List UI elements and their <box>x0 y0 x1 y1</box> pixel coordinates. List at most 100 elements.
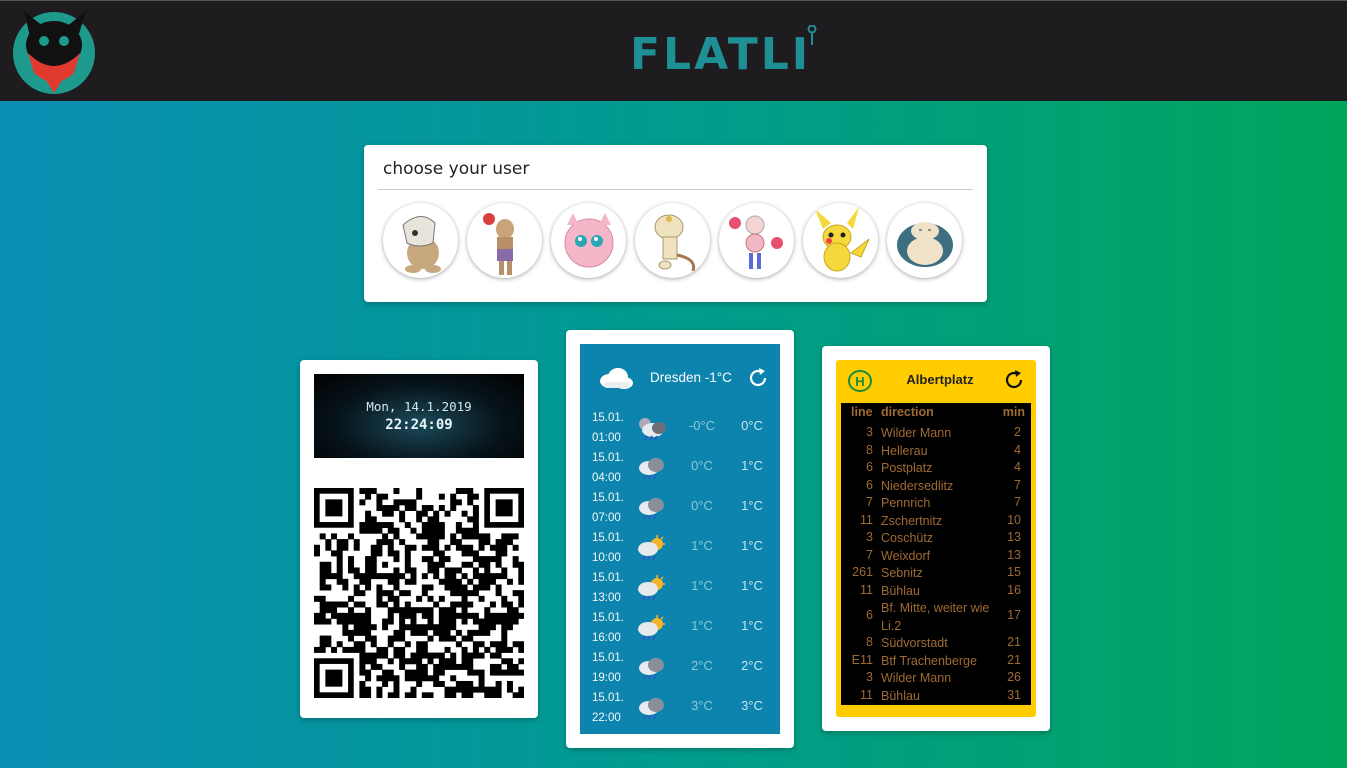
departure-minutes: 7 <box>1014 477 1021 492</box>
departure-minutes: 10 <box>1007 512 1021 527</box>
clock-date: Mon, 14.1.2019 <box>366 399 472 414</box>
forecast-row: 15.01. 01:00 -0°C 0°C <box>580 408 780 448</box>
forecast-time: 01:00 <box>592 432 621 444</box>
departure-row: 8 Hellerau 4 <box>841 443 1031 461</box>
user-avatar-hitmonchan[interactable] <box>467 203 542 278</box>
user-avatar-snorlax[interactable] <box>887 203 962 278</box>
departure-line: 6 <box>866 477 873 492</box>
user-avatar-jigglypuff[interactable] <box>551 203 626 278</box>
departure-direction: Postplatz <box>881 461 933 475</box>
departure-minutes: 21 <box>1007 635 1021 649</box>
brand-name: FLATLI <box>630 29 812 80</box>
cat-bandana-logo-icon[interactable] <box>10 7 98 95</box>
forecast-min-temp: 2°C <box>691 658 713 673</box>
user-avatar-pikachu[interactable] <box>803 203 878 278</box>
user-avatar-mr-mime[interactable] <box>719 203 794 278</box>
forecast-time: 19:00 <box>592 672 621 684</box>
departure-direction: Pennrich <box>881 496 931 510</box>
column-header-line: line <box>851 405 873 419</box>
departure-minutes: 15 <box>1007 565 1021 579</box>
forecast-datetime: 15.01. 19:00 <box>592 648 624 688</box>
forecast-row: 15.01. 07:00 0°C 1°C <box>580 488 780 528</box>
departure-direction: Bühlau <box>881 688 920 703</box>
brand-logo: FLATLI <box>630 25 820 81</box>
forecast-datetime: 15.01. 07:00 <box>592 488 624 528</box>
departure-line: 261 <box>852 565 873 579</box>
sun-cloud-rain-icon <box>638 535 665 561</box>
departure-direction: Wilder Mann <box>881 671 952 685</box>
clock-time: 22:24:09 <box>385 417 453 433</box>
forecast-min-temp: 3°C <box>691 698 713 713</box>
transit-card: H Albertplatz line direction min 3 Wilder… <box>822 346 1050 731</box>
departure-direction: Bühlau <box>881 583 920 598</box>
transit-panel: H Albertplatz line direction min 3 Wilder… <box>836 360 1036 717</box>
departure-minutes: 26 <box>1007 670 1021 684</box>
forecast-min-temp: 1°C <box>691 618 713 633</box>
column-header-direction: direction <box>881 405 934 419</box>
forecast-max-temp: 3°C <box>741 698 763 713</box>
departure-row: 7 Pennrich 7 <box>841 495 1031 513</box>
cloud-icon <box>600 368 633 389</box>
sun-cloud-rain-icon <box>638 615 665 641</box>
cloud-rain-icon <box>639 698 664 720</box>
departure-direction: Südvorstadt <box>881 636 948 650</box>
departure-row: 11 Zschertnitz 10 <box>841 513 1031 531</box>
departure-row: 6 Niedersedlitz 7 <box>841 478 1031 496</box>
departure-direction: Btf Trachenberge <box>881 653 977 668</box>
departure-line: 3 <box>866 530 873 544</box>
departure-row: E11 Btf Trachenberge 21 <box>841 653 1031 671</box>
departure-minutes: 17 <box>1007 608 1021 622</box>
transit-stop-name: Albertplatz <box>906 372 974 387</box>
forecast-row: 15.01. 16:00 1°C 1°C <box>580 608 780 648</box>
departure-line: 3 <box>866 425 873 439</box>
departure-line: 8 <box>866 442 873 457</box>
departure-row: 3 Coschütz 13 <box>841 530 1031 548</box>
departure-row: 8 Südvorstadt 21 <box>841 635 1031 653</box>
forecast-max-temp: 1°C <box>741 578 763 593</box>
forecast-row: 15.01. 22:00 3°C 3°C <box>580 688 780 728</box>
refresh-icon[interactable] <box>1002 368 1026 392</box>
user-avatar-cubone[interactable] <box>383 203 458 278</box>
forecast-min-temp: 1°C <box>691 578 713 593</box>
departure-minutes: 4 <box>1014 442 1021 457</box>
clock-card: Mon, 14.1.2019 22:24:09 <box>300 360 538 718</box>
forecast-min-temp: 0°C <box>691 458 713 473</box>
forecast-date: 15.01. <box>592 692 624 704</box>
departure-minutes: 7 <box>1014 495 1021 509</box>
divider <box>378 189 973 190</box>
forecast-datetime: 15.01. 10:00 <box>592 528 624 568</box>
departure-line: 3 <box>866 670 873 684</box>
departure-line: 7 <box>866 495 873 509</box>
forecast-date: 15.01. <box>592 572 624 584</box>
forecast-datetime: 15.01. 01:00 <box>592 408 624 448</box>
departure-direction: Wilder Mann <box>881 426 952 440</box>
departure-minutes: 4 <box>1014 460 1021 474</box>
departure-direction: Hellerau <box>881 443 928 458</box>
departure-row: 6 Bf. Mitte, weiter wie Li.2 17 <box>841 600 1031 635</box>
departure-row: 11 Bühlau 16 <box>841 583 1031 601</box>
departure-minutes: 21 <box>1007 652 1021 667</box>
forecast-min-temp: -0°C <box>688 418 716 433</box>
forecast-date: 15.01. <box>592 652 624 664</box>
departure-line: 6 <box>866 608 873 622</box>
user-avatar-meowth[interactable] <box>635 203 710 278</box>
refresh-icon[interactable] <box>746 366 770 390</box>
forecast-time: 07:00 <box>592 512 621 524</box>
departure-line: 11 <box>860 687 873 702</box>
user-chooser-title: choose your user <box>383 159 530 179</box>
forecast-row: 15.01. 10:00 1°C 1°C <box>580 528 780 568</box>
forecast-max-temp: 2°C <box>741 658 763 673</box>
forecast-date: 15.01. <box>592 492 624 504</box>
departure-minutes: 13 <box>1007 547 1021 562</box>
departure-direction: Bf. Mitte, weiter wie Li.2 <box>881 601 990 633</box>
departure-minutes: 16 <box>1007 582 1021 597</box>
departure-direction: Sebnitz <box>881 566 923 580</box>
weather-city: Dresden -1°C <box>650 370 732 385</box>
forecast-time: 04:00 <box>592 472 621 484</box>
departure-line: 11 <box>860 582 873 597</box>
departure-direction: Zschertnitz <box>881 513 943 528</box>
forecast-row: 15.01. 04:00 0°C 1°C <box>580 448 780 488</box>
departure-row: 261 Sebnitz 15 <box>841 565 1031 583</box>
weather-panel: Dresden -1°C 15.01. 01:00 -0°C 0°C 15.01. 04:… <box>580 344 780 734</box>
departure-row: 3 Wilder Mann 26 <box>841 670 1031 688</box>
